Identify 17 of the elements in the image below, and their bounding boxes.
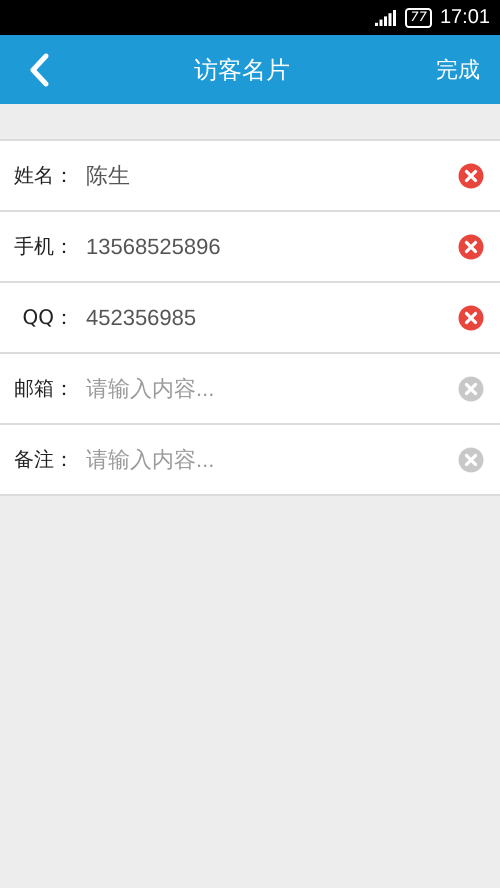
clock-time: 17:01 (440, 6, 490, 29)
field-label: 备注： (13, 446, 74, 473)
clear-button[interactable] (458, 162, 484, 188)
field-label: 姓名： (13, 162, 74, 189)
field-label: QQ： (22, 304, 74, 331)
input-field[interactable]: 请输入内容... (84, 374, 458, 402)
field-label: 邮箱： (13, 375, 74, 402)
signal-icon (375, 10, 398, 26)
input-field[interactable]: 452356985 (84, 304, 458, 332)
page-title: 访客名片 (194, 54, 290, 86)
input-field[interactable]: 13568525896 (84, 232, 458, 260)
input-field[interactable]: 请输入内容... (84, 446, 458, 474)
field-label: 手机： (13, 233, 74, 260)
input-field[interactable]: 陈生 (84, 162, 458, 190)
clear-button[interactable] (458, 234, 484, 260)
battery-indicator: 77 (405, 8, 432, 28)
clear-button[interactable] (458, 304, 484, 330)
